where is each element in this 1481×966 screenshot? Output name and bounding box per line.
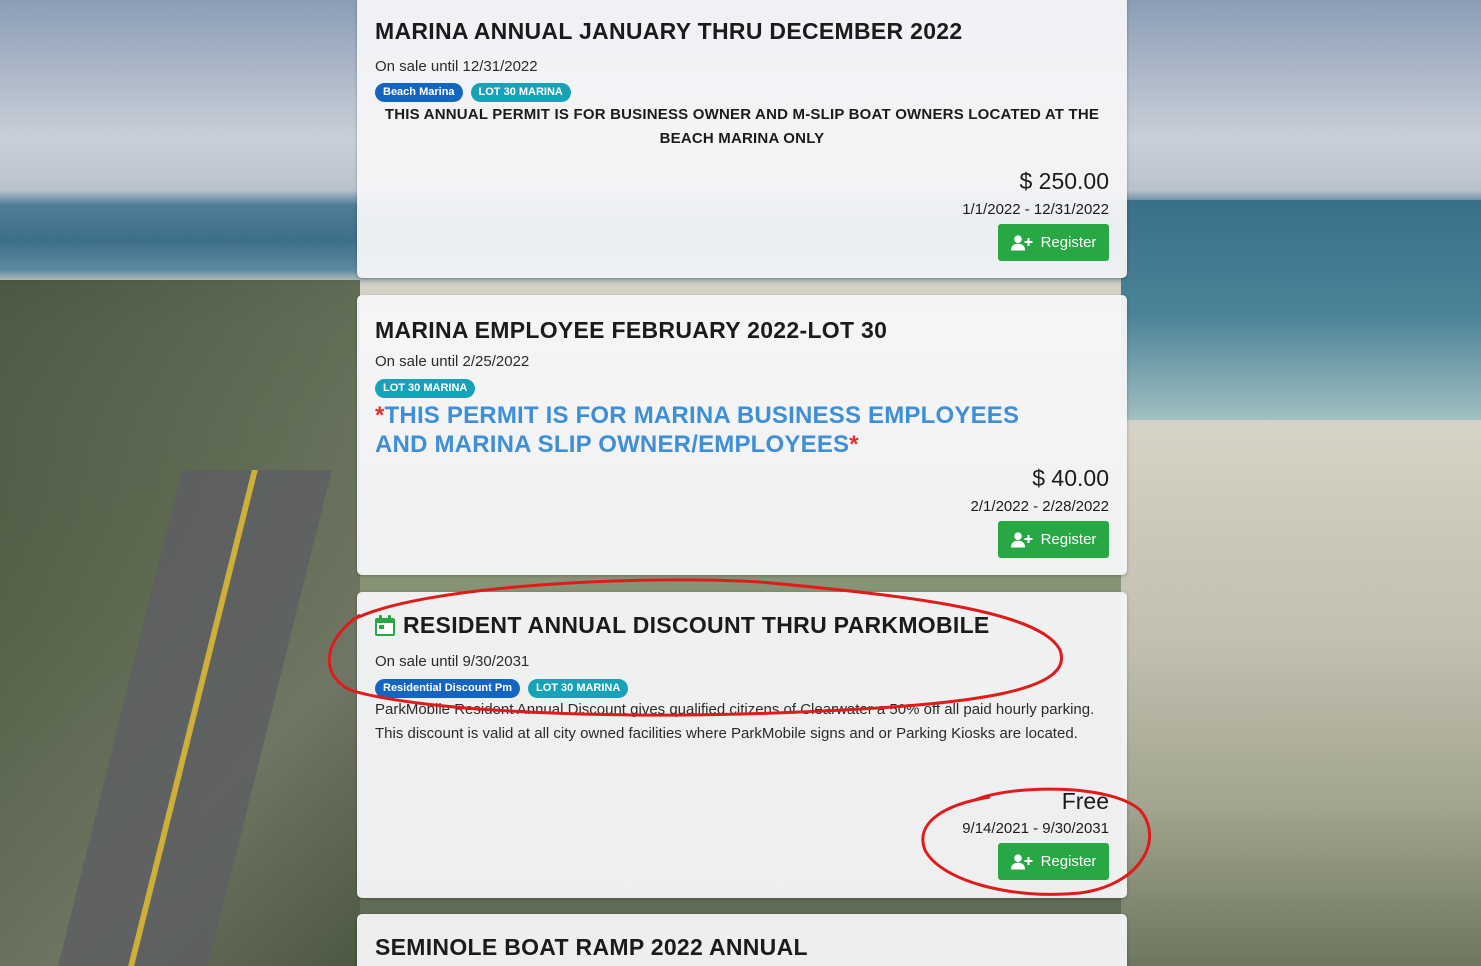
on-sale-text: On sale until 12/31/2022 bbox=[375, 58, 538, 75]
category-badge: Residential Discount Pm bbox=[375, 679, 520, 698]
register-label: Register bbox=[1040, 531, 1097, 548]
permit-dates: 1/1/2022 - 12/31/2022 bbox=[962, 201, 1109, 218]
location-badge: LOT 30 MARINA bbox=[527, 679, 629, 698]
add-user-icon bbox=[1010, 234, 1033, 251]
background-beach bbox=[1121, 420, 1481, 966]
required-asterisk: * bbox=[849, 431, 859, 458]
background-sea bbox=[1121, 200, 1481, 430]
permit-title: SEMINOLE BOAT RAMP 2022 ANNUAL bbox=[375, 934, 808, 960]
permit-description: ParkMobile Resident Annual Discount give… bbox=[375, 701, 1095, 742]
permit-dates: 9/14/2021 - 9/30/2031 bbox=[962, 820, 1109, 837]
badge-group: Beach Marina LOT 30 MARINA bbox=[375, 83, 571, 102]
permit-description: THIS ANNUAL PERMIT IS FOR BUSINESS OWNER… bbox=[384, 106, 1100, 147]
permit-description: *THIS PERMIT IS FOR MARINA BUSINESS EMPL… bbox=[375, 401, 1057, 459]
location-badge: LOT 30 MARINA bbox=[375, 379, 476, 398]
location-badge: LOT 30 MARINA bbox=[470, 83, 571, 102]
add-user-icon bbox=[1010, 531, 1033, 548]
register-button[interactable]: Register bbox=[998, 224, 1109, 261]
permit-dates: 2/1/2022 - 2/28/2022 bbox=[970, 498, 1109, 515]
permit-card: MARINA EMPLOYEE FEBRUARY 2022-LOT 30 On … bbox=[357, 295, 1127, 575]
permit-description-text: THIS PERMIT IS FOR MARINA BUSINESS EMPLO… bbox=[375, 402, 1020, 458]
register-label: Register bbox=[1040, 234, 1097, 251]
calendar-icon bbox=[375, 615, 395, 636]
permit-title: RESIDENT ANNUAL DISCOUNT THRU PARKMOBILE bbox=[403, 612, 990, 638]
register-button[interactable]: Register bbox=[998, 843, 1109, 880]
location-badge: Beach Marina bbox=[375, 83, 463, 102]
permit-title: MARINA EMPLOYEE FEBRUARY 2022-LOT 30 bbox=[375, 317, 888, 343]
on-sale-text: On sale until 2/25/2022 bbox=[375, 353, 530, 370]
permit-title-row: RESIDENT ANNUAL DISCOUNT THRU PARKMOBILE bbox=[375, 612, 990, 639]
permit-price: Free bbox=[1061, 788, 1109, 814]
permit-title: MARINA ANNUAL JANUARY THRU DECEMBER 2022 bbox=[375, 18, 963, 44]
required-asterisk: * bbox=[375, 402, 385, 429]
permit-price: $ 250.00 bbox=[1019, 168, 1109, 194]
on-sale-text: On sale until 9/30/2031 bbox=[375, 653, 530, 670]
permit-card: MARINA ANNUAL JANUARY THRU DECEMBER 2022… bbox=[357, 0, 1127, 278]
permit-card: SEMINOLE BOAT RAMP 2022 ANNUAL bbox=[357, 914, 1127, 966]
permit-price: $ 40.00 bbox=[1032, 465, 1109, 491]
register-button[interactable]: Register bbox=[998, 521, 1109, 558]
badge-group: LOT 30 MARINA bbox=[375, 379, 476, 398]
register-label: Register bbox=[1040, 853, 1097, 870]
add-user-icon bbox=[1010, 853, 1033, 870]
badge-group: Residential Discount Pm LOT 30 MARINA bbox=[375, 679, 629, 698]
permit-card: RESIDENT ANNUAL DISCOUNT THRU PARKMOBILE… bbox=[357, 592, 1127, 898]
